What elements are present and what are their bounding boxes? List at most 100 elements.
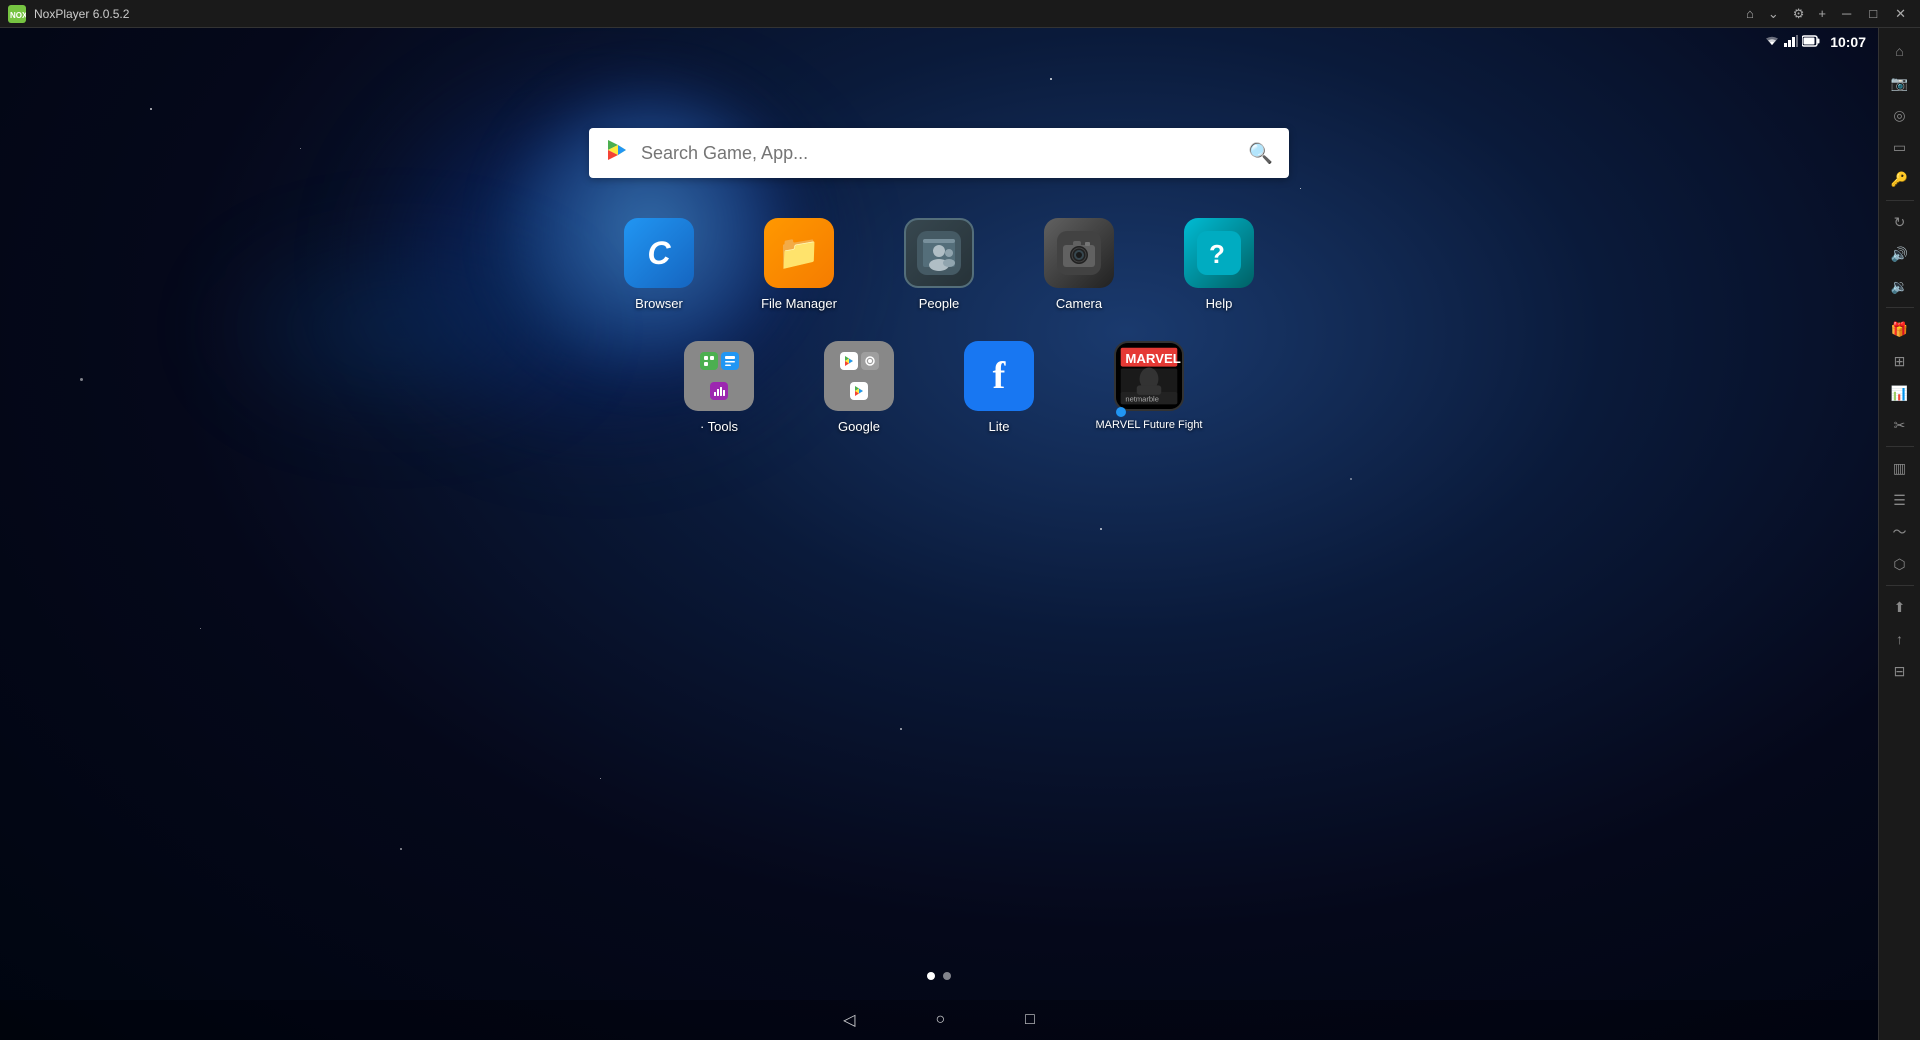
search-icon[interactable]: 🔍 — [1248, 141, 1273, 166]
star-1 — [150, 108, 152, 110]
help-icon: ? — [1184, 218, 1254, 288]
app-row-2: · Tools — [614, 341, 1264, 434]
search-bar[interactable]: 🔍 — [589, 128, 1289, 178]
main-area: 10:07 🔍 — [0, 28, 1920, 1040]
star-12 — [400, 848, 402, 850]
lite-label: Lite — [989, 419, 1010, 434]
sidebar-menu-icon[interactable]: ☰ — [1882, 485, 1918, 515]
browser-label: Browser — [635, 296, 683, 311]
browser-icon: C — [624, 218, 694, 288]
tools-label: · Tools — [700, 419, 738, 434]
svg-text:NOX: NOX — [10, 11, 26, 20]
titlebar-controls: ⌂ ⌄ ⚙ + ─ □ ✕ — [1742, 4, 1912, 24]
page-indicator — [927, 972, 951, 980]
people-icon — [904, 218, 974, 288]
sidebar-chart-icon[interactable]: 📊 — [1882, 378, 1918, 408]
sidebar-screen-icon[interactable]: ▭ — [1882, 132, 1918, 162]
marvel-notification-dot — [1116, 407, 1126, 417]
android-status-bar: 10:07 — [0, 28, 1878, 56]
svg-text:netmarble: netmarble — [1125, 394, 1159, 403]
sidebar-camera-icon[interactable]: 📷 — [1882, 68, 1918, 98]
android-nav-bar: ◁ ○ □ — [0, 1000, 1878, 1040]
sidebar-divider-3 — [1886, 446, 1914, 447]
home-titlebar-icon[interactable]: ⌂ — [1742, 4, 1758, 23]
sidebar-divider-1 — [1886, 200, 1914, 201]
sidebar-cpu-icon[interactable]: ⬡ — [1882, 549, 1918, 579]
star-9 — [1300, 188, 1301, 189]
sidebar-grid-icon[interactable]: ⊞ — [1882, 346, 1918, 376]
nox-logo-icon: NOX — [8, 5, 26, 23]
tools-mini-1 — [700, 352, 718, 370]
titlebar-left: NOX NoxPlayer 6.0.5.2 — [8, 5, 129, 23]
add-titlebar-icon[interactable]: + — [1814, 4, 1830, 23]
nebula-bg-3 — [200, 228, 600, 428]
signal-status-icon — [1784, 35, 1798, 50]
app-row-1: C Browser 📁 File Manager — [614, 218, 1264, 311]
chevron-titlebar-icon[interactable]: ⌄ — [1764, 4, 1783, 24]
status-time: 10:07 — [1830, 34, 1866, 50]
file-manager-label: File Manager — [761, 296, 837, 311]
star-2 — [300, 148, 301, 149]
google-mini-2 — [861, 352, 879, 370]
star-6 — [1100, 528, 1102, 530]
page-dot-1 — [927, 972, 935, 980]
star-10 — [1350, 478, 1352, 480]
titlebar: NOX NoxPlayer 6.0.5.2 ⌂ ⌄ ⚙ + ─ □ ✕ — [0, 0, 1920, 28]
file-manager-icon: 📁 — [764, 218, 834, 288]
settings-titlebar-icon[interactable]: ⚙ — [1789, 4, 1809, 24]
sidebar-grid2-icon[interactable]: ⊟ — [1882, 656, 1918, 686]
sidebar-home-icon[interactable]: ⌂ — [1882, 36, 1918, 66]
app-help[interactable]: ? Help — [1174, 218, 1264, 311]
back-button[interactable]: ◁ — [843, 1010, 855, 1030]
app-camera[interactable]: Camera — [1034, 218, 1124, 311]
app-people[interactable]: People — [894, 218, 984, 311]
people-label: People — [919, 296, 959, 311]
star-5 — [80, 378, 83, 381]
lite-icon: f — [964, 341, 1034, 411]
star-3 — [1050, 78, 1052, 80]
sidebar-rotate-icon[interactable]: ↻ — [1882, 207, 1918, 237]
app-file-manager[interactable]: 📁 File Manager — [754, 218, 844, 311]
sidebar-scissors-icon[interactable]: ✂ — [1882, 410, 1918, 440]
google-mini-3 — [850, 382, 868, 400]
google-mini-1 — [840, 352, 858, 370]
recent-apps-button[interactable]: □ — [1025, 1011, 1035, 1029]
app-tools[interactable]: · Tools — [674, 341, 764, 434]
right-sidebar: ⌂ 📷 ◎ ▭ 🔑 ↻ 🔊 🔉 🎁 ⊞ 📊 ✂ ▥ ☰ 〜 ⬡ ⬆ ↑ ⊟ — [1878, 28, 1920, 1040]
tools-mini-3 — [710, 382, 728, 400]
wifi-status-icon — [1764, 35, 1780, 50]
sidebar-volume-down-icon[interactable]: 🔉 — [1882, 271, 1918, 301]
help-label: Help — [1206, 296, 1233, 311]
sidebar-shake-icon[interactable]: 〜 — [1882, 517, 1918, 547]
sidebar-location-icon[interactable]: ◎ — [1882, 100, 1918, 130]
close-button[interactable]: ✕ — [1889, 4, 1912, 24]
app-lite[interactable]: f Lite — [954, 341, 1044, 434]
google-label: Google — [838, 419, 880, 434]
sidebar-share-icon[interactable]: ↑ — [1882, 624, 1918, 654]
emulator-screen: 10:07 🔍 — [0, 28, 1878, 1040]
google-folder-icon — [824, 341, 894, 411]
home-button[interactable]: ○ — [935, 1011, 945, 1029]
search-input[interactable] — [641, 143, 1236, 164]
titlebar-title: NoxPlayer 6.0.5.2 — [34, 7, 129, 21]
sidebar-key-icon[interactable]: 🔑 — [1882, 164, 1918, 194]
svg-text:?: ? — [1209, 239, 1225, 269]
page-dot-2 — [943, 972, 951, 980]
app-marvel[interactable]: MARVEL netmarble — [1094, 341, 1204, 431]
sidebar-gift-icon[interactable]: 🎁 — [1882, 314, 1918, 344]
battery-status-icon — [1802, 35, 1820, 50]
maximize-button[interactable]: □ — [1863, 4, 1883, 23]
play-store-icon — [605, 138, 629, 168]
app-google[interactable]: Google — [814, 341, 904, 434]
sidebar-capture-icon[interactable]: ⬆ — [1882, 592, 1918, 622]
sidebar-divider-2 — [1886, 307, 1914, 308]
sidebar-barchart-icon[interactable]: ▥ — [1882, 453, 1918, 483]
app-browser[interactable]: C Browser — [614, 218, 704, 311]
star-7 — [200, 628, 201, 629]
sidebar-volume-up-icon[interactable]: 🔊 — [1882, 239, 1918, 269]
android-homescreen: 10:07 🔍 — [0, 28, 1878, 1040]
tools-folder-icon — [684, 341, 754, 411]
sidebar-divider-4 — [1886, 585, 1914, 586]
marvel-label: MARVEL Future Fight — [1096, 419, 1203, 431]
minimize-button[interactable]: ─ — [1836, 4, 1857, 23]
